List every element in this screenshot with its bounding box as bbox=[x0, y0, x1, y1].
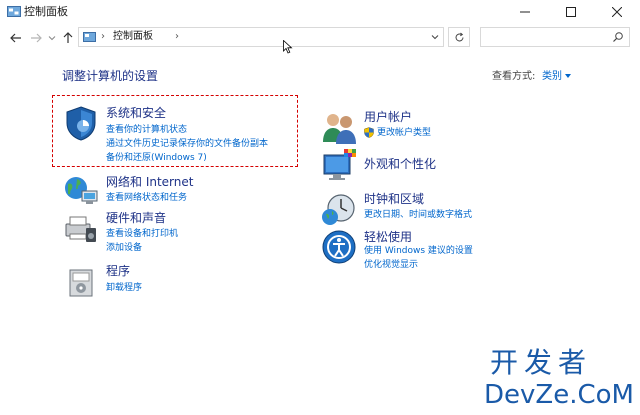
minimize-icon bbox=[520, 11, 530, 13]
close-icon bbox=[612, 7, 622, 17]
refresh-icon bbox=[455, 32, 463, 41]
arrow-up-icon bbox=[63, 32, 73, 43]
up-button[interactable] bbox=[60, 30, 76, 46]
network-icon[interactable] bbox=[62, 172, 100, 210]
user-accounts-icon[interactable] bbox=[320, 108, 358, 146]
category-title[interactable]: 网络和 Internet bbox=[106, 175, 193, 190]
category-title[interactable]: 时钟和区域 bbox=[364, 192, 424, 207]
control-panel-icon bbox=[7, 6, 21, 17]
search-icon bbox=[613, 32, 623, 42]
arrow-right-icon bbox=[31, 33, 42, 43]
appearance-icon[interactable] bbox=[320, 146, 358, 184]
forward-button[interactable] bbox=[28, 30, 44, 46]
category-link[interactable]: 查看你的计算机状态 bbox=[106, 124, 187, 136]
recent-locations-button[interactable] bbox=[44, 30, 60, 46]
category-link[interactable]: 更改日期、时间或数字格式 bbox=[364, 209, 472, 221]
back-button[interactable] bbox=[8, 30, 24, 46]
category-title[interactable]: 硬件和声音 bbox=[106, 211, 166, 226]
category-link[interactable]: 备份和还原(Windows 7) bbox=[106, 152, 207, 164]
watermark-domain: DevZe.CoM bbox=[484, 380, 634, 410]
view-by-label: 查看方式: bbox=[492, 71, 536, 82]
category-link[interactable]: 优化视觉显示 bbox=[364, 259, 418, 271]
system-security-icon[interactable] bbox=[62, 104, 100, 142]
category-link[interactable]: 卸载程序 bbox=[106, 282, 142, 294]
breadcrumb-separator: › bbox=[101, 31, 105, 42]
chevron-down-icon[interactable] bbox=[429, 31, 441, 43]
uac-shield-icon bbox=[364, 127, 374, 138]
category-link[interactable]: 查看设备和打印机 bbox=[106, 228, 178, 240]
minimize-button[interactable] bbox=[502, 0, 548, 24]
caret-down-icon[interactable] bbox=[564, 72, 572, 80]
hardware-sound-icon[interactable] bbox=[62, 208, 100, 246]
category-link[interactable]: 更改帐户类型 bbox=[377, 127, 431, 139]
maximize-icon bbox=[566, 7, 576, 17]
ease-of-access-icon[interactable] bbox=[320, 228, 358, 266]
search-input[interactable] bbox=[480, 27, 630, 47]
control-panel-icon bbox=[83, 32, 96, 42]
programs-icon[interactable] bbox=[62, 262, 100, 300]
page-title: 调整计算机的设置 bbox=[62, 69, 159, 83]
category-link[interactable]: 使用 Windows 建议的设置 bbox=[364, 245, 473, 257]
category-link[interactable]: 查看网络状态和任务 bbox=[106, 192, 187, 204]
category-title[interactable]: 外观和个性化 bbox=[364, 157, 436, 172]
window-title: 控制面板 bbox=[24, 5, 68, 18]
close-button[interactable] bbox=[594, 0, 640, 24]
arrow-left-icon bbox=[10, 33, 21, 43]
breadcrumb-separator[interactable]: › bbox=[175, 30, 179, 44]
clock-region-icon[interactable] bbox=[320, 190, 358, 228]
mouse-cursor-icon bbox=[283, 40, 293, 54]
chevron-down-icon bbox=[48, 36, 56, 41]
maximize-button[interactable] bbox=[548, 0, 594, 24]
category-title[interactable]: 系统和安全 bbox=[106, 106, 166, 121]
breadcrumb-control-panel[interactable]: 控制面板 bbox=[113, 30, 153, 44]
refresh-button[interactable] bbox=[448, 27, 470, 47]
category-title[interactable]: 程序 bbox=[106, 264, 130, 279]
address-bar[interactable]: › 控制面板 › bbox=[78, 27, 444, 47]
category-title[interactable]: 用户帐户 bbox=[364, 110, 412, 125]
category-link[interactable]: 添加设备 bbox=[106, 242, 142, 254]
watermark-chinese: 开发者 bbox=[490, 346, 593, 379]
category-title[interactable]: 轻松使用 bbox=[364, 230, 412, 245]
title-bar: 控制面板 bbox=[0, 0, 640, 24]
view-by-dropdown[interactable]: 类别 bbox=[542, 70, 562, 83]
category-link[interactable]: 通过文件历史记录保存你的文件备份副本 bbox=[106, 138, 268, 150]
